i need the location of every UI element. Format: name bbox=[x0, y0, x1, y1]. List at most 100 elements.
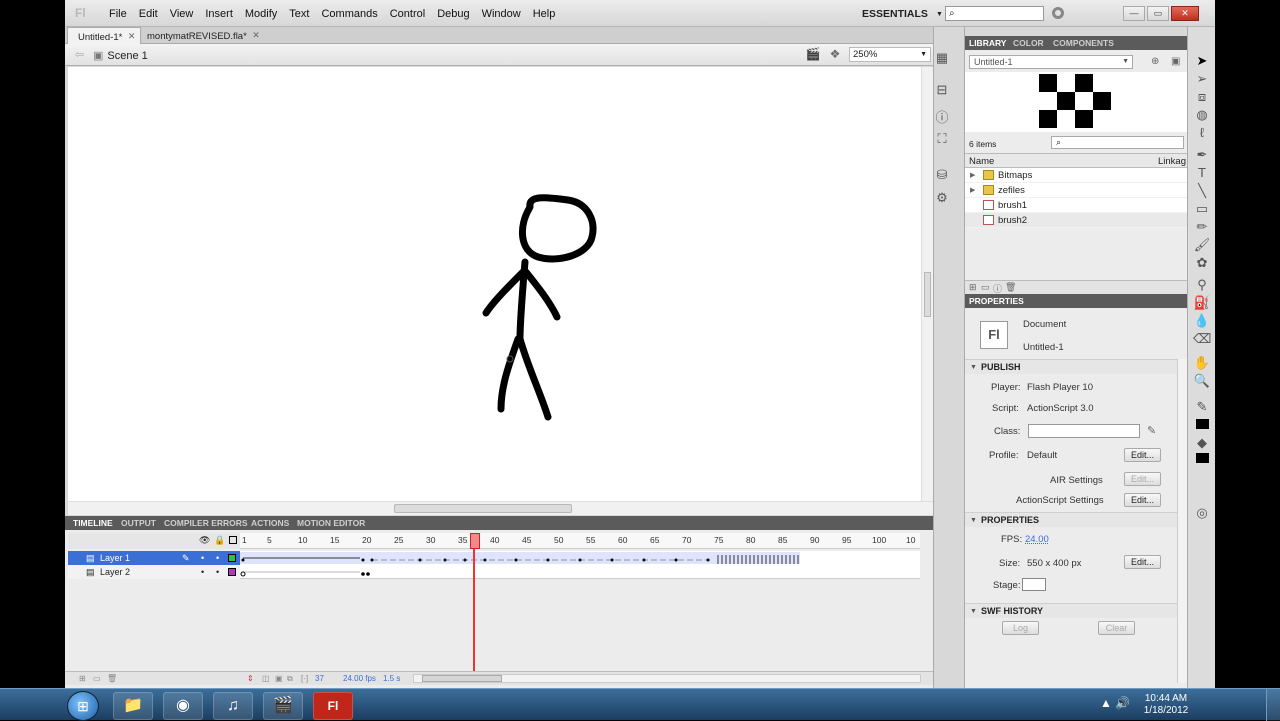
close-icon[interactable]: ✕ bbox=[252, 30, 260, 41]
fill-color-icon[interactable]: ◆ bbox=[1193, 435, 1211, 451]
brush-tool-icon[interactable]: 🖌 bbox=[1193, 237, 1211, 253]
library-item[interactable]: brush1 bbox=[965, 198, 1187, 213]
tab-library[interactable]: LIBRARY bbox=[969, 38, 1006, 48]
new-folder-icon[interactable]: ▭ bbox=[981, 282, 990, 293]
onion-outline-icon[interactable]: ▣ bbox=[275, 674, 283, 683]
as-edit-button[interactable]: Edit... bbox=[1124, 493, 1161, 507]
subselection-tool-icon[interactable]: ➢ bbox=[1193, 71, 1211, 87]
expand-arrow-icon[interactable]: ▶ bbox=[970, 183, 975, 198]
tab-timeline[interactable]: TIMELINE bbox=[73, 518, 113, 528]
publish-section-header[interactable]: PUBLISH bbox=[965, 359, 1177, 375]
edit-multiple-icon[interactable]: ⧉ bbox=[287, 674, 293, 684]
library-item[interactable]: brush2 bbox=[965, 213, 1187, 228]
explorer-taskbar-icon[interactable]: 📁 bbox=[113, 692, 153, 720]
fill-color-swatch[interactable] bbox=[1196, 453, 1209, 463]
visibility-toggle[interactable]: • bbox=[201, 565, 204, 579]
tab-motion-editor[interactable]: MOTION EDITOR bbox=[297, 518, 365, 528]
flash-taskbar-icon[interactable]: Fl bbox=[313, 692, 353, 720]
scroll-thumb[interactable] bbox=[924, 272, 931, 317]
library-dock-icon[interactable]: ▦ bbox=[933, 50, 951, 66]
hand-tool-icon[interactable]: ✋ bbox=[1193, 355, 1211, 371]
rectangle-tool-icon[interactable]: ▭ bbox=[1193, 201, 1211, 217]
layer-color-swatch[interactable] bbox=[228, 554, 236, 562]
clock[interactable]: 10:44 AM 1/18/2012 bbox=[1140, 693, 1192, 717]
stage-canvas[interactable] bbox=[68, 67, 921, 501]
script-value[interactable]: ActionScript 3.0 bbox=[1027, 403, 1094, 414]
show-desktop-button[interactable] bbox=[1266, 689, 1280, 721]
menu-debug[interactable]: Debug bbox=[431, 0, 475, 27]
transform-dock-icon[interactable]: ⛶ bbox=[933, 131, 951, 147]
motion-presets-icon[interactable]: ⛁ bbox=[933, 167, 951, 183]
onion-skin-icon[interactable]: ◫ bbox=[262, 674, 270, 683]
stage-vertical-scrollbar[interactable] bbox=[921, 67, 933, 501]
chrome-taskbar-icon[interactable]: ◉ bbox=[163, 692, 203, 720]
edit-class-pencil-icon[interactable]: ✎ bbox=[1147, 424, 1156, 437]
new-layer-icon[interactable]: ⊞ bbox=[79, 674, 86, 683]
log-button[interactable]: Log bbox=[1002, 621, 1039, 635]
class-input[interactable] bbox=[1028, 424, 1140, 438]
swf-history-section-header[interactable]: SWF HISTORY bbox=[965, 603, 1177, 619]
lasso-tool-icon[interactable]: ℓ bbox=[1193, 125, 1211, 141]
frame-ruler[interactable]: 1 5 10 15 20 25 30 35 40 45 50 55 60 65 … bbox=[240, 533, 920, 549]
stage-color-swatch[interactable] bbox=[1022, 578, 1046, 591]
free-transform-tool-icon[interactable]: ⧈ bbox=[1193, 89, 1211, 105]
current-frame[interactable]: 37 bbox=[315, 674, 324, 683]
info-icon[interactable]: ⓘ bbox=[933, 107, 951, 125]
media-taskbar-icon[interactable]: 🎬 bbox=[263, 692, 303, 720]
tab-compiler-errors[interactable]: COMPILER ERRORS bbox=[164, 518, 248, 528]
fps-value[interactable]: 24.00 bbox=[1025, 534, 1049, 545]
new-symbol-icon[interactable]: ⊞ bbox=[969, 282, 977, 293]
menu-window[interactable]: Window bbox=[476, 0, 527, 27]
text-tool-icon[interactable]: T bbox=[1193, 165, 1211, 181]
layer-row-2[interactable]: ▤ Layer 2 • • bbox=[68, 565, 240, 579]
maximize-button[interactable]: ▭ bbox=[1147, 6, 1169, 21]
bone-tool-icon[interactable]: ⚲ bbox=[1193, 277, 1211, 293]
menu-text[interactable]: Text bbox=[283, 0, 315, 27]
layer-1-frames[interactable] bbox=[240, 551, 920, 565]
size-edit-button[interactable]: Edit... bbox=[1124, 555, 1161, 569]
edit-scene-icon[interactable]: 🎬 bbox=[805, 47, 821, 61]
zoom-tool-icon[interactable]: 🔍 bbox=[1193, 373, 1211, 389]
scroll-thumb[interactable] bbox=[422, 675, 502, 682]
eyedropper-tool-icon[interactable]: 💧 bbox=[1193, 313, 1211, 329]
library-item[interactable]: ▶ Bitmaps bbox=[965, 168, 1187, 183]
stroke-color-icon[interactable]: ✎ bbox=[1193, 399, 1211, 415]
expand-arrow-icon[interactable]: ▶ bbox=[970, 168, 975, 183]
new-library-icon[interactable]: ▣ bbox=[1171, 56, 1180, 67]
name-column[interactable]: Name bbox=[969, 156, 994, 167]
eraser-tool-icon[interactable]: ⌫ bbox=[1193, 331, 1211, 347]
selection-tool-icon[interactable]: ➤ bbox=[1193, 53, 1211, 69]
playhead[interactable] bbox=[470, 533, 480, 673]
tab-montymatrevised[interactable]: montymatREVISED.fla* ✕ bbox=[137, 27, 265, 44]
line-tool-icon[interactable]: ╲ bbox=[1193, 183, 1211, 199]
stroke-color-swatch[interactable] bbox=[1196, 419, 1209, 429]
object-drawing-icon[interactable]: ◎ bbox=[1193, 505, 1211, 521]
lock-toggle[interactable]: • bbox=[216, 565, 219, 579]
outline-icon[interactable] bbox=[229, 536, 237, 544]
modify-markers-icon[interactable]: [·] bbox=[301, 674, 308, 683]
properties-scrollbar[interactable] bbox=[1177, 359, 1187, 683]
deco-tool-icon[interactable]: ✿ bbox=[1193, 255, 1211, 271]
menu-edit[interactable]: Edit bbox=[133, 0, 164, 27]
scroll-thumb[interactable] bbox=[394, 504, 572, 513]
paint-bucket-tool-icon[interactable]: ⛽ bbox=[1193, 295, 1211, 311]
menu-control[interactable]: Control bbox=[384, 0, 431, 27]
menu-modify[interactable]: Modify bbox=[239, 0, 283, 27]
player-value[interactable]: Flash Player 10 bbox=[1027, 382, 1093, 393]
zoom-select[interactable]: 250% bbox=[849, 47, 931, 62]
layer-color-swatch[interactable] bbox=[228, 568, 236, 576]
edit-symbols-icon[interactable]: ❖ bbox=[827, 47, 843, 61]
visibility-toggle[interactable]: • bbox=[201, 551, 204, 565]
back-arrow-icon[interactable]: ⇦ bbox=[75, 48, 84, 61]
start-button[interactable]: ⊞ bbox=[67, 691, 99, 721]
tray-icons[interactable]: ▲ 🔊 bbox=[1100, 696, 1130, 710]
menu-file[interactable]: File bbox=[103, 0, 133, 27]
pin-icon[interactable]: ⊕ bbox=[1151, 56, 1159, 67]
profile-edit-button[interactable]: Edit... bbox=[1124, 448, 1161, 462]
menu-insert[interactable]: Insert bbox=[199, 0, 239, 27]
properties-title[interactable]: PROPERTIES bbox=[969, 296, 1024, 306]
delete-icon[interactable]: 🗑 bbox=[1005, 282, 1016, 293]
eye-icon[interactable]: 👁 bbox=[199, 535, 210, 546]
menu-commands[interactable]: Commands bbox=[315, 0, 383, 27]
frame-rate[interactable]: 24.00 fps bbox=[343, 674, 376, 683]
